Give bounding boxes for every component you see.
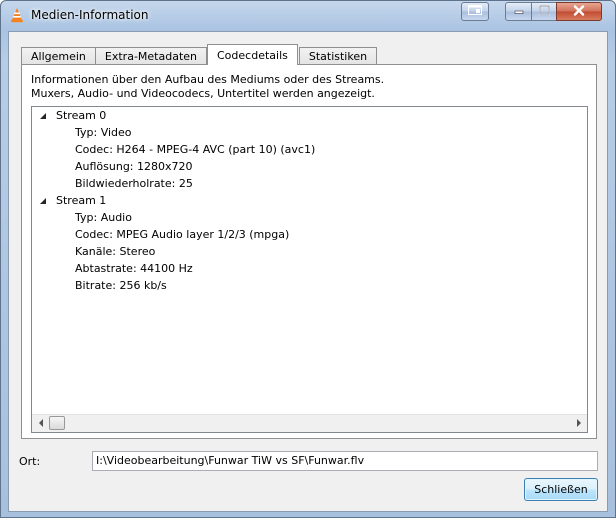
stream-1-label: Stream 1 (56, 194, 107, 207)
tree-item[interactable]: Codec: H264 - MPEG-4 AVC (part 10) (avc1… (75, 141, 315, 158)
tree-item[interactable]: Bitrate: 256 kb/s (75, 277, 167, 294)
minimize-icon (514, 5, 524, 18)
tree-node-stream-1[interactable]: Stream 1 (38, 192, 106, 209)
stream-0-label: Stream 0 (56, 109, 107, 122)
window-title: Medien-Information (31, 8, 149, 22)
tree-item[interactable]: Typ: Audio (75, 209, 132, 226)
tab-allgemein[interactable]: Allgemein (21, 47, 96, 65)
close-window-button[interactable] (556, 2, 602, 21)
scrollbar-thumb[interactable] (49, 416, 65, 430)
window-extra-icon (468, 5, 482, 18)
media-info-window: Medien-Information Allgemein Extra-Metad… (0, 0, 616, 518)
tree-item[interactable]: Bildwiederholrate: 25 (75, 175, 193, 192)
tree-item[interactable]: Codec: MPEG Audio layer 1/2/3 (mpga) (75, 226, 289, 243)
tab-codecdetails[interactable]: Codecdetails (207, 44, 298, 65)
close-icon (573, 4, 585, 19)
maximize-icon (538, 5, 550, 18)
tree-item[interactable]: Kanäle: Stereo (75, 243, 155, 260)
minimize-button[interactable] (505, 2, 532, 21)
maximize-button[interactable] (531, 2, 557, 21)
chevron-left-icon (38, 417, 44, 430)
tree-expanded-triangle-icon[interactable] (38, 196, 48, 206)
title-bar[interactable]: Medien-Information (1, 1, 615, 31)
tree-content: Stream 0 Typ: Video Codec: H264 - MPEG-4… (32, 107, 587, 415)
window-extra-button[interactable] (461, 2, 489, 21)
codec-details-panel: Informationen über den Aufbau des Medium… (21, 64, 597, 439)
panel-description: Informationen über den Aufbau des Medium… (31, 73, 591, 101)
horizontal-scrollbar[interactable] (32, 414, 587, 432)
tab-statistiken[interactable]: Statistiken (298, 47, 378, 65)
tree-node-stream-0[interactable]: Stream 0 (38, 107, 106, 124)
tree-item[interactable]: Abtastrate: 44100 Hz (75, 260, 193, 277)
vlc-cone-icon (9, 7, 25, 23)
tab-bar: Allgemein Extra-Metadaten Codecdetails S… (21, 44, 378, 65)
tree-expanded-triangle-icon[interactable] (38, 111, 48, 121)
tree-item[interactable]: Typ: Video (75, 124, 132, 141)
location-label: Ort: (19, 455, 41, 468)
description-line-2: Muxers, Audio- und Videocodecs, Untertit… (31, 87, 375, 100)
codec-tree[interactable]: Stream 0 Typ: Video Codec: H264 - MPEG-4… (31, 106, 588, 433)
location-field[interactable]: I:\Videobearbeitung\Funwar TiW vs SF\Fun… (92, 451, 598, 471)
scroll-right-button[interactable] (570, 415, 587, 432)
scroll-left-button[interactable] (32, 415, 49, 432)
close-button-label: Schließen (534, 483, 588, 496)
close-button[interactable]: Schließen (524, 478, 598, 501)
dialog-body: Allgemein Extra-Metadaten Codecdetails S… (8, 31, 608, 512)
tree-item[interactable]: Auflösung: 1280x720 (75, 158, 193, 175)
tab-extra-metadaten[interactable]: Extra-Metadaten (94, 47, 207, 65)
description-line-1: Informationen über den Aufbau des Medium… (31, 73, 385, 86)
chevron-right-icon (576, 417, 582, 430)
